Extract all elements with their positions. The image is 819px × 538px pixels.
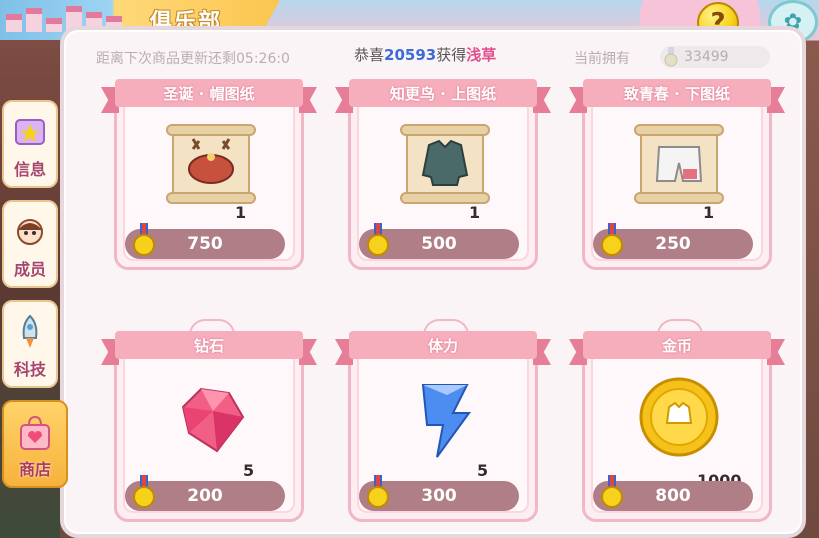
item-price: 750 [187, 234, 223, 254]
sidebar-item-info[interactable]: 信息 [2, 100, 58, 188]
shop-item-card[interactable]: 致青春 · 下图纸 1 250 [569, 79, 785, 270]
energy-crystal-icon [397, 371, 493, 461]
item-name: 钻石 [115, 331, 303, 359]
diamond-icon [163, 371, 259, 461]
item-price: 800 [655, 486, 691, 506]
item-name: 知更鸟 · 上图纸 [349, 79, 537, 107]
sidebar-item-label: 成员 [13, 260, 46, 279]
medal-icon [601, 475, 623, 508]
item-name: 体力 [349, 331, 537, 359]
medal-icon [664, 47, 678, 67]
sidebar-item-label: 商店 [18, 460, 51, 479]
medal-icon [133, 475, 155, 508]
sidebar-item-tech[interactable]: 科技 [2, 300, 58, 388]
sidebar-item-members[interactable]: 成员 [2, 200, 58, 288]
item-price: 200 [187, 486, 223, 506]
sidebar-item-label: 科技 [13, 360, 46, 379]
item-price: 500 [421, 234, 457, 254]
item-price: 300 [421, 486, 457, 506]
shop-item-card[interactable]: 圣诞 · 帽图纸 1 750 [101, 79, 317, 270]
girl-avatar-icon [10, 212, 50, 252]
info-row: 距离下次商品更新还剩05:26:0 恭喜20593获得浅草 当前拥有 33499 [64, 30, 810, 70]
currency-value: 33499 [684, 49, 729, 65]
scroll-hat-icon [163, 119, 259, 209]
congrats-message: 恭喜20593获得浅草 [354, 44, 496, 65]
buy-button[interactable]: 800 [593, 475, 753, 511]
shop-item-card[interactable]: 钻石 5 200 [101, 319, 317, 522]
sidebar-item-shop[interactable]: 商店 [2, 400, 68, 488]
item-name: 致青春 · 下图纸 [583, 79, 771, 107]
rocket-icon [10, 312, 50, 352]
buy-button[interactable]: 750 [125, 223, 285, 259]
congrats-mid: 获得 [436, 46, 467, 64]
item-name: 金币 [583, 331, 771, 359]
gold-coin-icon [631, 371, 727, 461]
item-quantity: 5 [477, 461, 489, 480]
item-name: 圣诞 · 帽图纸 [115, 79, 303, 107]
scroll-shorts-icon [631, 119, 727, 209]
scroll-jacket-icon [397, 119, 493, 209]
medal-icon [133, 223, 155, 256]
buy-button[interactable]: 250 [593, 223, 753, 259]
medal-icon [367, 475, 389, 508]
item-quantity: 1 [235, 203, 247, 222]
item-quantity: 1 [469, 203, 481, 222]
congrats-item: 浅草 [466, 46, 497, 64]
shop-item-card[interactable]: 金币 1000 800 [569, 319, 785, 522]
shopping-bag-icon [15, 412, 55, 452]
shop-item-card[interactable]: 体力 5 300 [335, 319, 551, 522]
buy-button[interactable]: 500 [359, 223, 519, 259]
buy-button[interactable]: 300 [359, 475, 519, 511]
currency-label: 当前拥有 [574, 51, 630, 67]
star-card-icon [10, 112, 50, 152]
congrats-prefix: 恭喜 [354, 46, 385, 64]
item-quantity: 5 [243, 461, 255, 480]
shop-panel: 距离下次商品更新还剩05:26:0 恭喜20593获得浅草 当前拥有 33499… [60, 26, 806, 538]
sidebar-item-label: 信息 [13, 160, 46, 179]
item-quantity: 1 [703, 203, 715, 222]
congrats-user: 20593 [384, 46, 437, 64]
refresh-countdown: 距离下次商品更新还剩05:26:0 [96, 51, 290, 67]
medal-icon [367, 223, 389, 256]
medal-icon [601, 223, 623, 256]
currency-balance: 33499 [660, 46, 770, 68]
item-price: 250 [655, 234, 691, 254]
buy-button[interactable]: 200 [125, 475, 285, 511]
shop-item-card[interactable]: 知更鸟 · 上图纸 1 500 [335, 79, 551, 270]
